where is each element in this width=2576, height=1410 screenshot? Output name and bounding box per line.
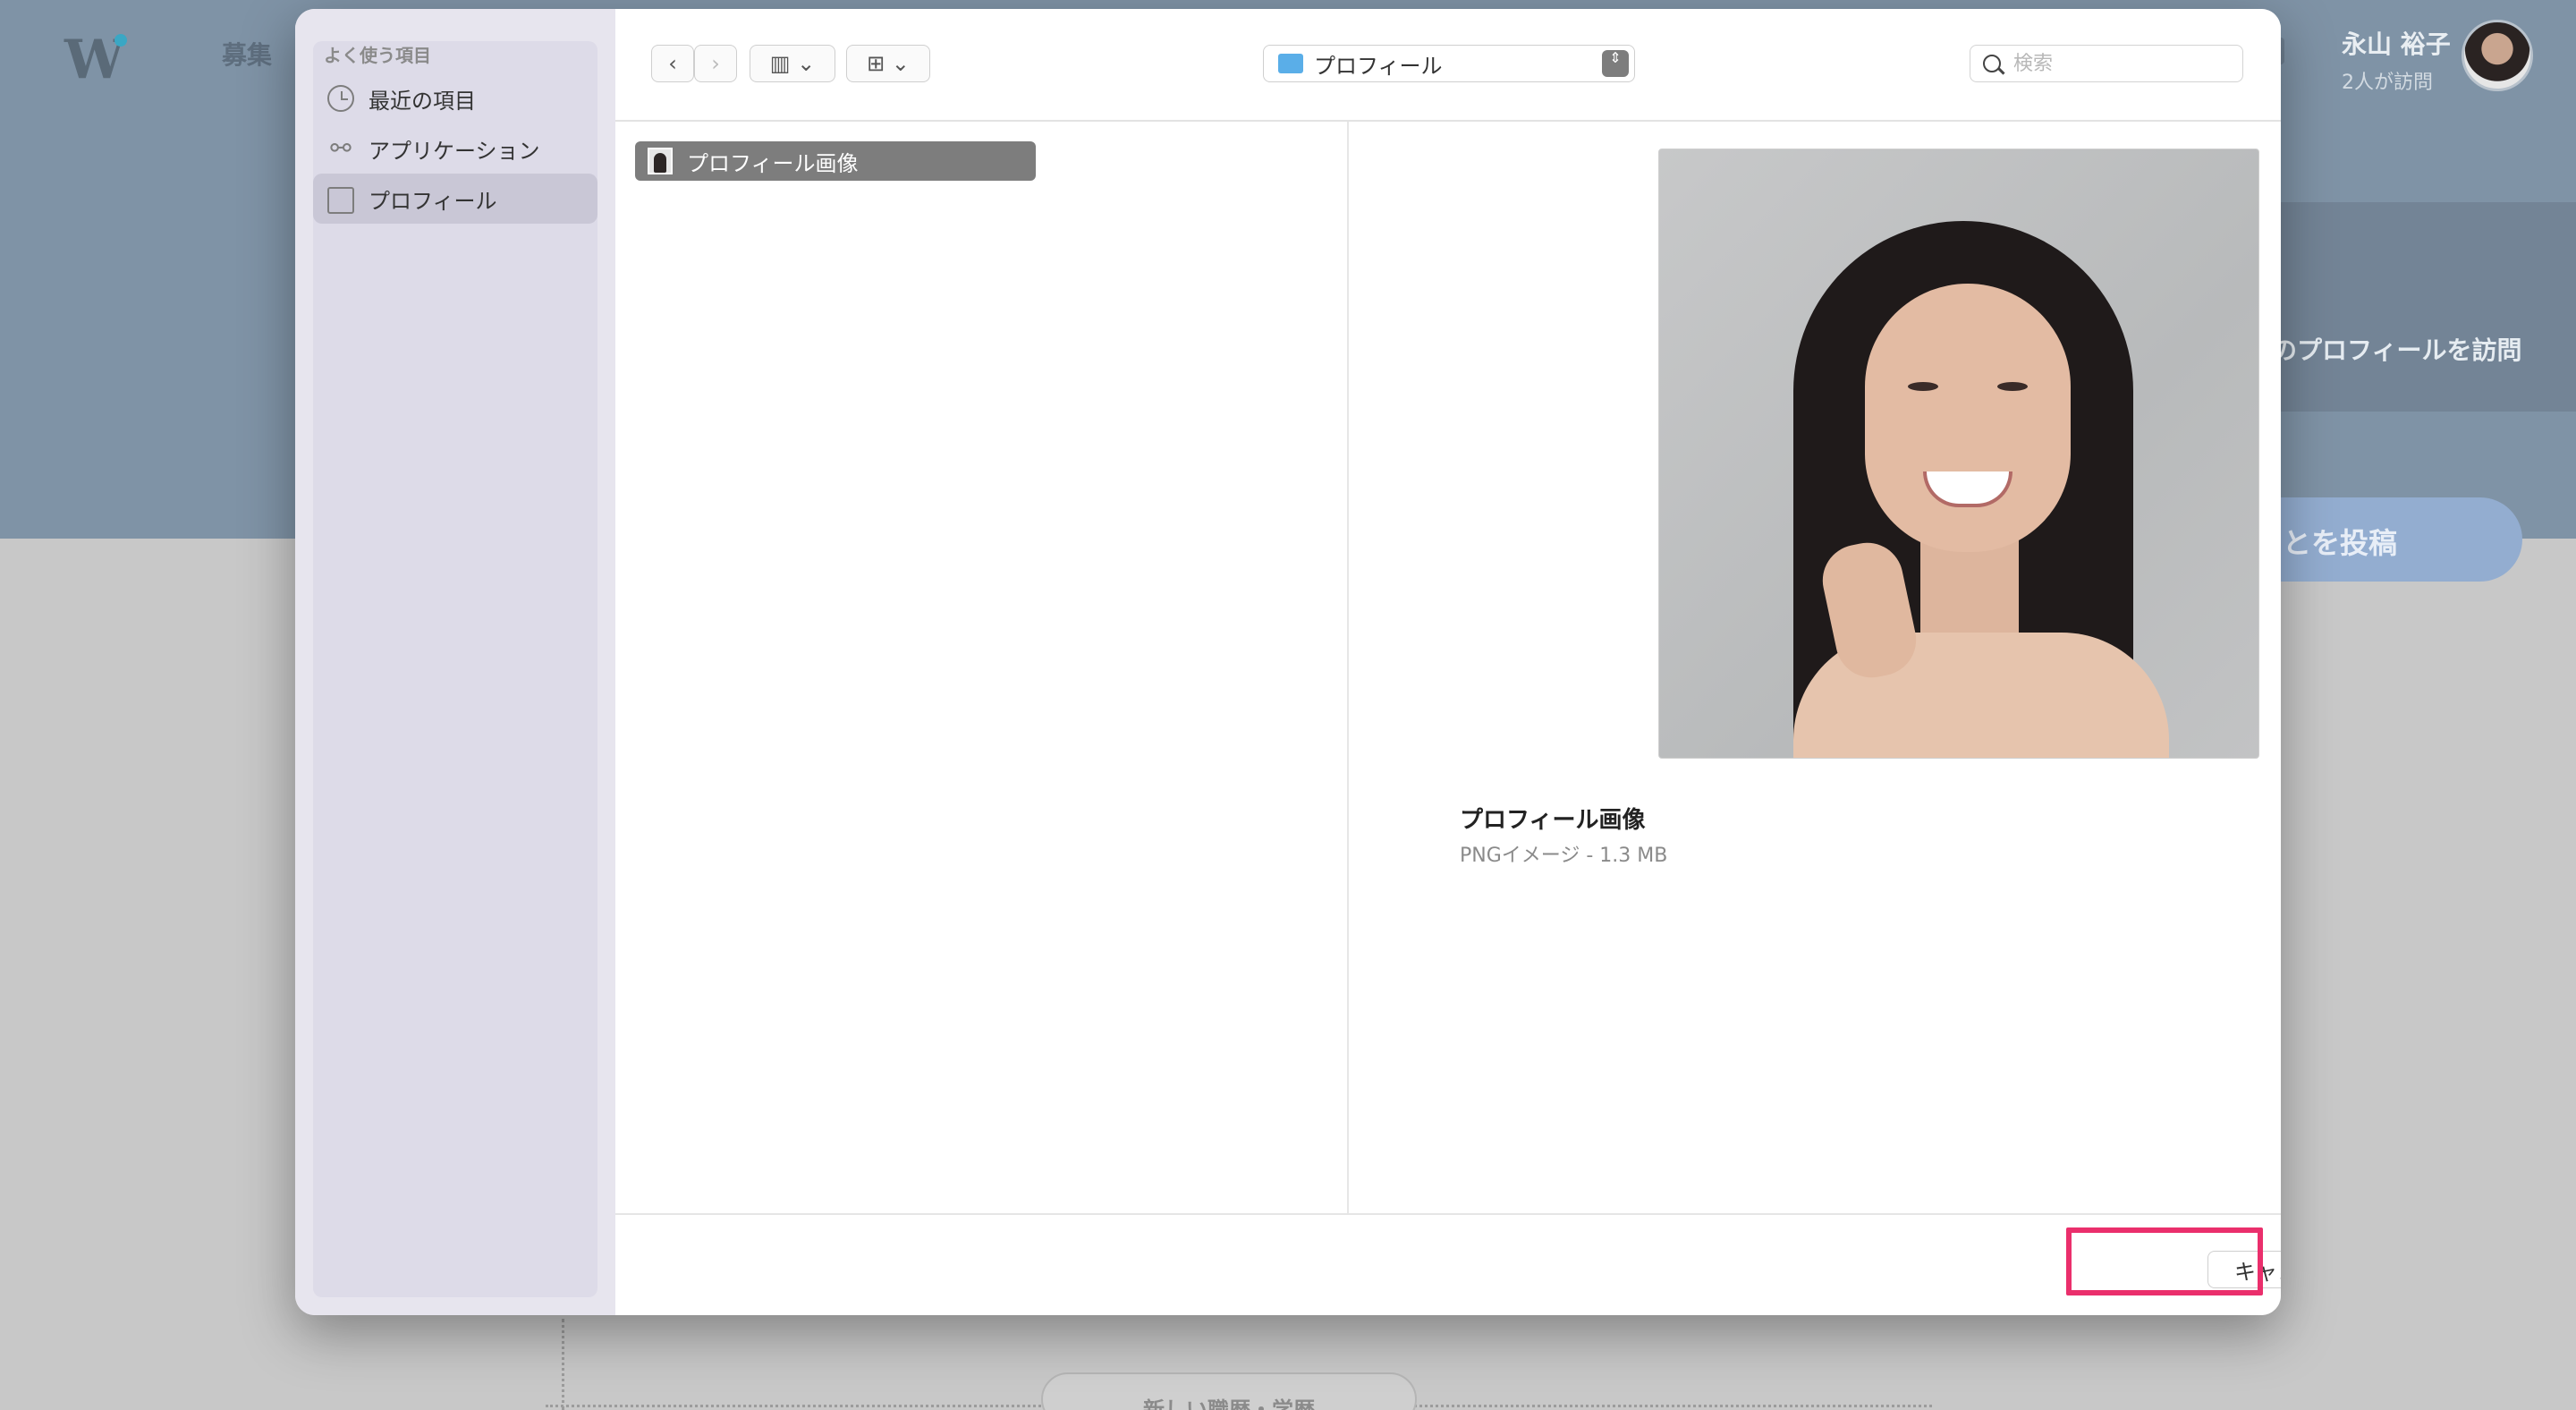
back-button[interactable]: ‹ (651, 45, 694, 82)
file-item-profile-image[interactable]: プロフィール画像 (635, 141, 1036, 181)
file-item-label: プロフィール画像 (687, 150, 859, 176)
file-list-column: プロフィール画像 (615, 122, 1349, 1213)
preview-eye-left (1908, 382, 1938, 391)
search-input[interactable] (2013, 52, 2228, 75)
preview-face (1865, 284, 2071, 552)
group-button[interactable]: ⊞ ⌄ (846, 45, 930, 82)
preview-image (1658, 149, 2259, 759)
avatar[interactable] (2462, 20, 2533, 91)
chevron-left-icon: ‹ (668, 51, 677, 76)
sidebar-item-recents[interactable]: 最近の項目 (313, 73, 597, 123)
background-panel (2279, 202, 2576, 412)
file-open-dialog: よく使う項目 最近の項目 ⚯ アプリケーション プロフィール ‹ › ▥ ⌄ ⊞… (295, 9, 2281, 1315)
timeline-line (562, 1319, 564, 1410)
clock-icon (327, 85, 354, 112)
nav-item-recruit[interactable]: 募集 (222, 36, 272, 72)
location-select[interactable]: プロフィール ⇕ (1263, 45, 1635, 82)
grid-icon: ⊞ ⌄ (867, 51, 910, 76)
sidebar-item-profile[interactable]: プロフィール (313, 174, 597, 224)
site-logo[interactable]: W (64, 29, 136, 91)
preview-file-name: プロフィール画像 (1460, 807, 1646, 834)
post-button-label: とを投稿 (2283, 526, 2398, 560)
sidebar-item-label: プロフィール (369, 188, 497, 214)
sidebar-panel (313, 41, 597, 1297)
column-view-icon: ▥ ⌄ (769, 51, 816, 76)
dialog-sidebar: よく使う項目 最近の項目 ⚯ アプリケーション プロフィール (295, 9, 615, 1315)
sidebar-item-label: 最近の項目 (369, 88, 476, 114)
open-button-highlight (2066, 1227, 2263, 1295)
view-mode-button[interactable]: ▥ ⌄ (750, 45, 835, 82)
sidebar-item-applications[interactable]: ⚯ アプリケーション (313, 123, 597, 174)
new-career-button[interactable]: 新しい職歴・学歴 (1041, 1372, 1417, 1410)
user-name: 永山 裕子 (2342, 30, 2451, 59)
applications-icon: ⚯ (330, 133, 352, 163)
preview-file-meta: PNGイメージ - 1.3 MB (1460, 845, 1668, 867)
forward-button[interactable]: › (694, 45, 737, 82)
chevron-right-icon: › (711, 51, 720, 76)
dialog-content: ‹ › ▥ ⌄ ⊞ ⌄ プロフィール ⇕ 検索 プロフィール画像 プロフィール画… (615, 9, 2281, 1315)
folder-icon (1278, 54, 1303, 73)
preview-eye-right (1997, 382, 2028, 391)
location-label: プロフィール (1314, 53, 1443, 79)
preview-smile (1923, 471, 2012, 507)
background-panel-text: のプロフィールを訪問 (2272, 336, 2522, 365)
sidebar-item-label: アプリケーション (369, 138, 540, 164)
user-visits: 2人が訪問 (2342, 72, 2433, 94)
chevron-updown-icon: ⇕ (1602, 50, 1629, 77)
folder-icon (327, 187, 354, 214)
dialog-toolbar: ‹ › ▥ ⌄ ⊞ ⌄ プロフィール ⇕ (615, 9, 2281, 122)
dialog-footer: キャンセル 開く (615, 1213, 2281, 1315)
search-icon (1983, 55, 2001, 72)
favorites-section-title: よく使う項目 (324, 45, 431, 66)
user-info[interactable]: 永山 裕子 2人が訪問 (2342, 25, 2451, 95)
search-field[interactable] (1970, 45, 2243, 82)
preview-pane: プロフィール画像 PNGイメージ - 1.3 MB (1349, 122, 2281, 1213)
image-thumbnail-icon (648, 148, 673, 174)
